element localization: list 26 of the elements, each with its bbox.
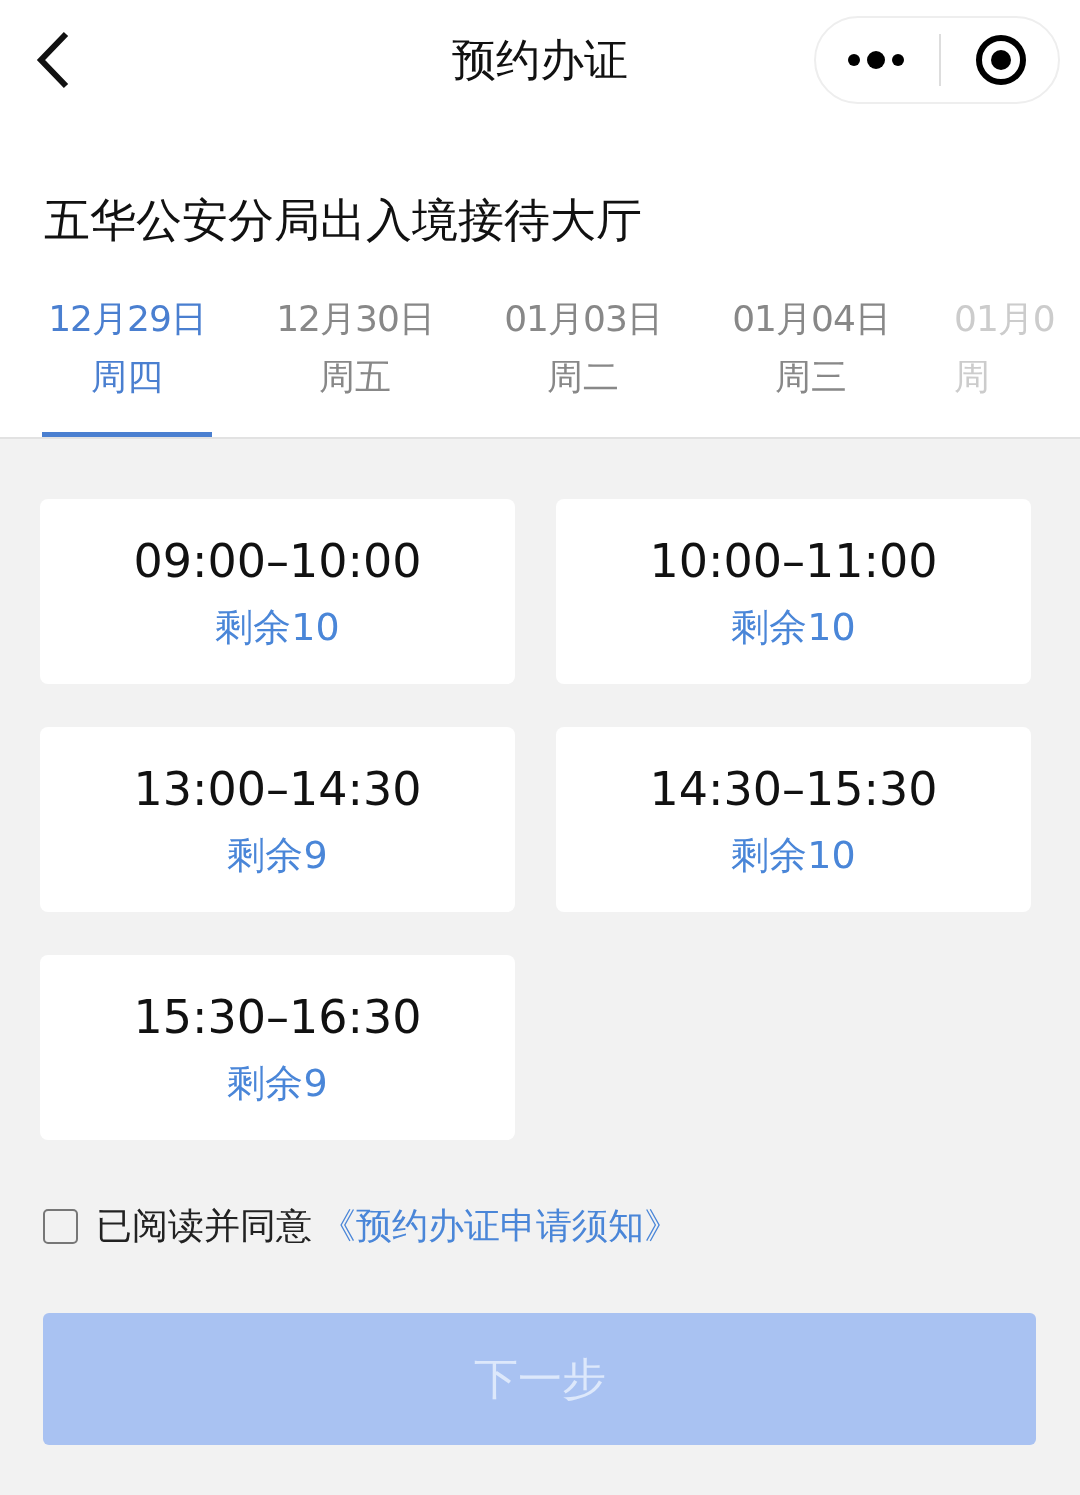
slot-time: 09:00–10:00 [133, 532, 422, 589]
time-slot-card[interactable]: 10:00–11:00 剩余10 [556, 499, 1031, 684]
page-title: 预约办证 [452, 32, 628, 87]
checkbox[interactable] [43, 1209, 78, 1244]
time-slot-card[interactable]: 15:30–16:30 剩余9 [40, 955, 515, 1140]
time-slot-card[interactable]: 09:00–10:00 剩余10 [40, 499, 515, 684]
slot-time: 13:00–14:30 [133, 760, 422, 817]
agreement-text: 已阅读并同意 [96, 1204, 312, 1248]
remaining-count: 剩余9 [227, 1059, 328, 1107]
date-tab[interactable]: 01月04日 周三 [726, 294, 896, 437]
remaining-count: 剩余9 [227, 831, 328, 879]
remaining-count: 剩余10 [731, 603, 856, 651]
date-tab[interactable]: 12月29日 周四 [42, 294, 212, 437]
slot-time: 14:30–15:30 [649, 760, 938, 817]
back-icon[interactable] [36, 30, 70, 90]
remaining-count: 剩余10 [215, 603, 340, 651]
notice-link[interactable]: 《预约办证申请须知》 [320, 1202, 680, 1251]
date-tab[interactable]: 01月03日 周二 [498, 294, 668, 437]
office-name: 五华公安分局出入境接待大厅 [43, 192, 643, 249]
remaining-count: 剩余10 [731, 831, 856, 879]
slot-time: 15:30–16:30 [133, 988, 422, 1045]
more-icon[interactable] [847, 50, 905, 70]
date-tab[interactable]: 12月30日 周五 [270, 294, 440, 437]
slot-time: 10:00–11:00 [649, 532, 938, 589]
time-slot-card[interactable]: 14:30–15:30 剩余10 [556, 727, 1031, 912]
time-slot-card[interactable]: 13:00–14:30 剩余9 [40, 727, 515, 912]
